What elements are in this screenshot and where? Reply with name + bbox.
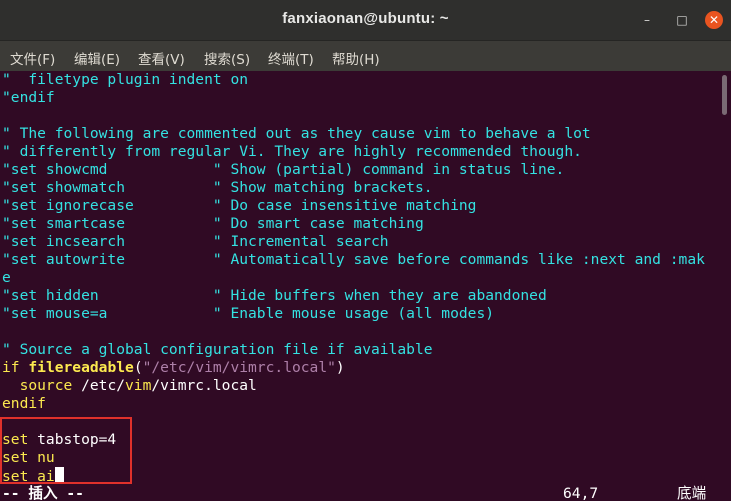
path-vim: vim (125, 377, 152, 394)
terminal-line: " differently from regular Vi. They are … (2, 143, 582, 160)
menu-view[interactable]: 查看(V) (138, 48, 185, 68)
paren-open: ( (133, 359, 143, 376)
terminal-scrollbar[interactable] (718, 71, 731, 501)
menu-file[interactable]: 文件(F) (10, 48, 55, 68)
string-path: "/etc/vim/vimrc.local" (142, 359, 336, 376)
path-part: /etc/ (72, 377, 126, 394)
window-title: fanxiaonan@ubuntu: ~ (282, 10, 449, 27)
terminal-line: "set mouse=a " Enable mouse usage (all m… (2, 305, 495, 322)
function-filereadable: filereadable (28, 359, 134, 376)
terminal-line: " Source a global configuration file if … (2, 341, 433, 358)
keyword-source: source (2, 377, 73, 394)
terminal-line-if: if filereadable("/etc/vim/vimrc.local") (2, 359, 345, 377)
terminal-line-endif: endif (2, 395, 46, 412)
terminal-line: "set autowrite " Automatically save befo… (2, 251, 705, 268)
terminal-line: " filetype plugin indent on (2, 71, 249, 88)
terminal-line: "set ignorecase " Do case insensitive ma… (2, 197, 477, 214)
terminal-line: "endif (2, 89, 55, 106)
path-part: /vimrc.local (151, 377, 257, 394)
terminal-line: "set hidden " Hide buffers when they are… (2, 287, 547, 304)
minimize-button[interactable]: – (638, 11, 656, 29)
scroll-position: 底端 (677, 485, 707, 501)
title-bar: fanxiaonan@ubuntu: ~ – □ ✕ (0, 0, 731, 41)
menu-help[interactable]: 帮助(H) (332, 48, 380, 68)
terminal-line: "set smartcase " Do smart case matching (2, 215, 424, 232)
close-button[interactable]: ✕ (705, 11, 723, 29)
highlight-annotation-box (0, 417, 132, 484)
keyword-if: if (2, 359, 20, 376)
terminal-line: " The following are commented out as the… (2, 125, 591, 142)
terminal-line: "set showcmd " Show (partial) command in… (2, 161, 565, 178)
menu-search[interactable]: 搜索(S) (204, 48, 250, 68)
terminal-line: "set showmatch " Show matching brackets. (2, 179, 433, 196)
maximize-button[interactable]: □ (673, 11, 691, 29)
paren-close: ) (335, 359, 345, 376)
scrollbar-thumb[interactable] (722, 75, 727, 115)
vim-mode-indicator: -- 插入 -- (2, 485, 84, 501)
terminal-line-source: source /etc/vim/vimrc.local (2, 377, 257, 395)
menu-terminal[interactable]: 终端(T) (268, 48, 314, 68)
cursor-position: 64,7 (563, 485, 599, 501)
menu-edit[interactable]: 编辑(E) (74, 48, 120, 68)
terminal-line: "set incsearch " Incremental search (2, 233, 389, 250)
terminal-line: e (2, 269, 11, 286)
menu-bar: 文件(F) 编辑(E) 查看(V) 搜索(S) 终端(T) 帮助(H) (0, 41, 731, 71)
